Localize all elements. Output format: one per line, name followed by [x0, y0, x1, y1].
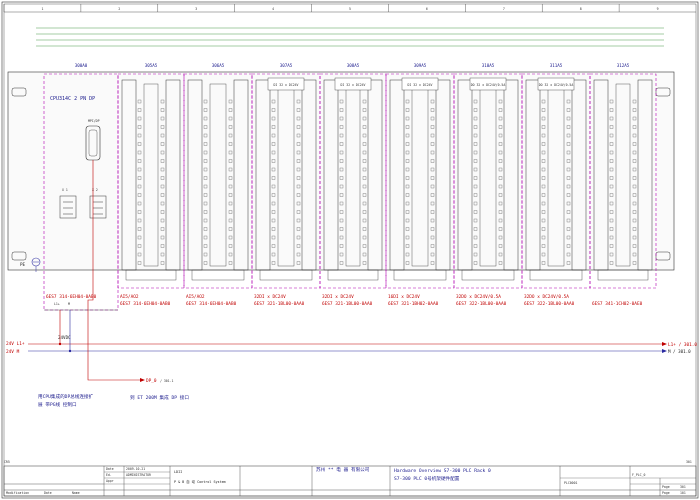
order-number: 6ES7 321-1BL00-0AA0 [254, 301, 305, 307]
rev-date-value: 2009-10-21 [126, 467, 145, 471]
l1-junction [58, 342, 62, 346]
rev-name-value: ADMINISTRATOR [126, 473, 151, 477]
order-number: 6ES7 321-1BL00-0AA0 [322, 301, 373, 307]
dp-arrow-icon [140, 378, 145, 382]
module-type: 32DI x DC24V [322, 294, 354, 300]
x1-label: X 1 [62, 188, 68, 192]
module-type: 32DI x DC24V [254, 294, 286, 300]
module-tab [259, 269, 313, 281]
company-label: 苏州 ** 电 器 有限公司 [316, 466, 370, 473]
note-dp: 到 ET 200M 集成 DP 接口 [130, 394, 189, 401]
column-number: 6 [426, 7, 428, 11]
slot-label: 305A5 [145, 63, 158, 68]
module-tab [597, 269, 649, 281]
cpu-title: CPU314C 2 PN DP [50, 96, 95, 102]
system-label: P & B 自 动 Control System [174, 479, 226, 484]
module-tab [327, 269, 379, 281]
order-number: 6ES7 321-1BH02-0AA0 [388, 301, 439, 307]
module-label-text: DI 32 x DC24V [408, 83, 433, 87]
module-tab [529, 269, 583, 281]
slot-label: 307A5 [280, 63, 293, 68]
slot-label: 309A5 [414, 63, 427, 68]
rev-appr-label: Appr [106, 479, 114, 483]
module-type: AI5/AO2 [186, 294, 205, 300]
column-ruler: 1 2 3 4 5 6 7 8 9 [3, 4, 659, 12]
order-number: 6ES7 322-1BL00-0AA0 [456, 301, 507, 307]
note-line-2: 展 带PG线 控制口 [38, 401, 77, 408]
l1-terminal-label: L1+ [54, 302, 60, 306]
module-tab [125, 269, 177, 281]
m-out-label: M / 301.0 [668, 349, 691, 354]
module-type: AI5/AO2 [120, 294, 139, 300]
module-type: 32DO x DC24V/0.5A [524, 294, 569, 300]
total-label: Page [662, 491, 670, 495]
grid-right-label: 301 [686, 460, 692, 464]
ref-label: F_PLC_0 [632, 473, 646, 477]
module-type: 16DI x DC24V [388, 294, 420, 300]
order-number: 6ES7 314-6EH04-0AB0 [186, 301, 237, 307]
slot-label: 300A0 [75, 63, 88, 68]
page-label: Page [662, 485, 670, 489]
plc-id: PLC0001 [564, 481, 578, 485]
description-line-1: Hardware Overview S7-300 PLC Rack 0 [394, 468, 491, 474]
column-number: 4 [272, 7, 274, 11]
slot-label: 306A5 [212, 63, 225, 68]
column-number: 5 [349, 7, 351, 11]
slot-label: 310A5 [482, 63, 495, 68]
module-label-text: DO 32 x DC24V/0.5A [539, 83, 574, 87]
module-label-text: DO 32 x DC24V/0.5A [471, 83, 506, 87]
slot-labels: 300A0 305A5 306A5 307A5 308A5 309A5 310A5 311A5… [75, 63, 630, 68]
rev-date-label: Date [106, 467, 114, 471]
pe-label: PE [20, 262, 26, 267]
slot-label: 311A5 [550, 63, 563, 68]
total-value: 101 [680, 491, 686, 495]
l1-in-label: 24V L1+ [6, 341, 25, 347]
order-numbers: 6ES7 314-6EH04-0AB0 AI5/AO26ES7 314-6EH04… [46, 294, 643, 307]
grid-left-label: CR5 [4, 460, 10, 464]
order-number: 6ES7 341-1CH02-0AE0 [592, 301, 643, 307]
rev-date2-label: Date [44, 491, 52, 495]
module-tab [191, 269, 245, 281]
column-number: 2 [118, 7, 120, 11]
project-label: LDII [174, 470, 182, 474]
m-terminal-label: M [68, 302, 70, 306]
description-line-2: S7-300 PLC 0号机架硬件配置 [394, 475, 460, 482]
module-label-text: DI 32 x DC24V [274, 83, 299, 87]
module-label-text: DI 32 x DC24V [341, 83, 366, 87]
module-tab [393, 269, 447, 281]
rev-modification-label: Modification [6, 491, 29, 495]
order-number: 6ES7 314-6EH04-0AB0 [120, 301, 171, 307]
cpu-port-label: MPI/DP [88, 119, 100, 123]
l1-out-label: L1+ / 301.0 [668, 342, 697, 348]
dp-label: DP_0 [146, 378, 157, 384]
m-arrow-icon [662, 349, 667, 353]
slot-label: 308A5 [347, 63, 360, 68]
dp-ref: / 301.1 [160, 379, 174, 383]
l1-arrow-icon [662, 342, 667, 346]
plc-hardware-diagram: 1 2 3 4 5 6 7 8 9 300A0 305A5 306A5 307A5 308A5 309A5… [1, 1, 699, 499]
rev-ed-label: Ed. [106, 473, 112, 477]
m-in-label: 24V M [6, 349, 20, 355]
page-value: 301 [680, 485, 686, 489]
column-number: 9 [657, 7, 659, 11]
column-number: 8 [580, 7, 582, 11]
m-junction [68, 349, 72, 353]
slot-label: 312A5 [617, 63, 630, 68]
note-line-1: 用CPU集成的DP总线连接扩 [38, 393, 94, 400]
column-number: 3 [195, 7, 197, 11]
module-tab [461, 269, 515, 281]
column-number: 1 [41, 7, 43, 11]
order-number: 6ES7 322-1BL00-0AA0 [524, 301, 575, 307]
title-block: Date Ed. Appr Modification Date Name 200… [3, 465, 697, 497]
module-type: 6ES7 314-6EH04-0AB0 [46, 294, 97, 300]
column-number: 7 [503, 7, 505, 11]
rev-name-label: Name [72, 491, 80, 495]
module-type: 32DO x DC24V/0.5A [456, 294, 501, 300]
